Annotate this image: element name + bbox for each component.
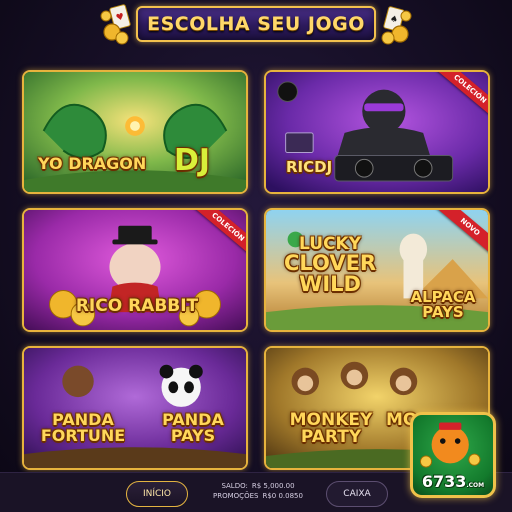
header-banner: ESCOLHA SEU JOGO — [136, 6, 376, 42]
game-title: LUCKY CLOVER WILD — [284, 234, 377, 296]
header: ♥ ESCOLHA SEU JOGO ♠ — [0, 0, 512, 52]
inicio-button[interactable]: INÍCIO — [126, 481, 188, 507]
game-title-suffix: ALPACA PAYS — [410, 288, 476, 321]
caixa-button[interactable]: CAIXA — [326, 481, 388, 507]
coins-cards-decoration-icon: ♠ — [381, 6, 412, 45]
promocoes-label: PROMOÇÕES — [213, 492, 259, 500]
game-title: RICO RABBIT — [75, 296, 199, 316]
app-icon-label: 6733.COM — [421, 472, 485, 491]
page-title: ESCOLHA SEU JOGO — [147, 13, 365, 35]
saldo-label: SALDO: — [221, 482, 248, 490]
game-card-rico-rabbit[interactable]: RICO RABBIT COLECIÓN — [22, 208, 248, 332]
game-title: PANDA FORTUNE — [40, 410, 126, 445]
game-title: RICDJ — [286, 158, 333, 176]
game-title-suffix: PANDA PAYS — [162, 410, 224, 445]
saldo-value: R$ 5,000.00 — [251, 482, 295, 490]
promocoes-value: R$0 0.0850 — [262, 492, 303, 500]
game-title: YO DRAGON — [38, 154, 147, 173]
panda-artwork-icon — [24, 348, 246, 468]
game-card-ricdj[interactable]: RICDJ COLECIÓN — [264, 70, 490, 194]
game-title-suffix: DJ — [174, 143, 211, 178]
promocoes-row: PROMOÇÕES R$0 0.0850 — [196, 491, 320, 501]
dragon-artwork-icon — [24, 72, 246, 192]
game-card-panda[interactable]: PANDA FORTUNE PANDA PAYS — [22, 346, 248, 470]
game-card-yo-dragon[interactable]: YO DRAGON DJ — [22, 70, 248, 194]
balance-panel: SALDO: R$ 5,000.00 PROMOÇÕES R$0 0.0850 — [196, 481, 320, 501]
game-title: MONKEY PARTY — [289, 410, 373, 447]
game-card-lucky-clover-alpaca[interactable]: LUCKY CLOVER WILD ALPACA PAYS NOVO — [264, 208, 490, 332]
app-icon[interactable]: 6733.COM — [410, 412, 496, 498]
saldo-row: SALDO: R$ 5,000.00 — [196, 481, 320, 491]
coins-cards-decoration-icon: ♥ — [100, 4, 131, 45]
